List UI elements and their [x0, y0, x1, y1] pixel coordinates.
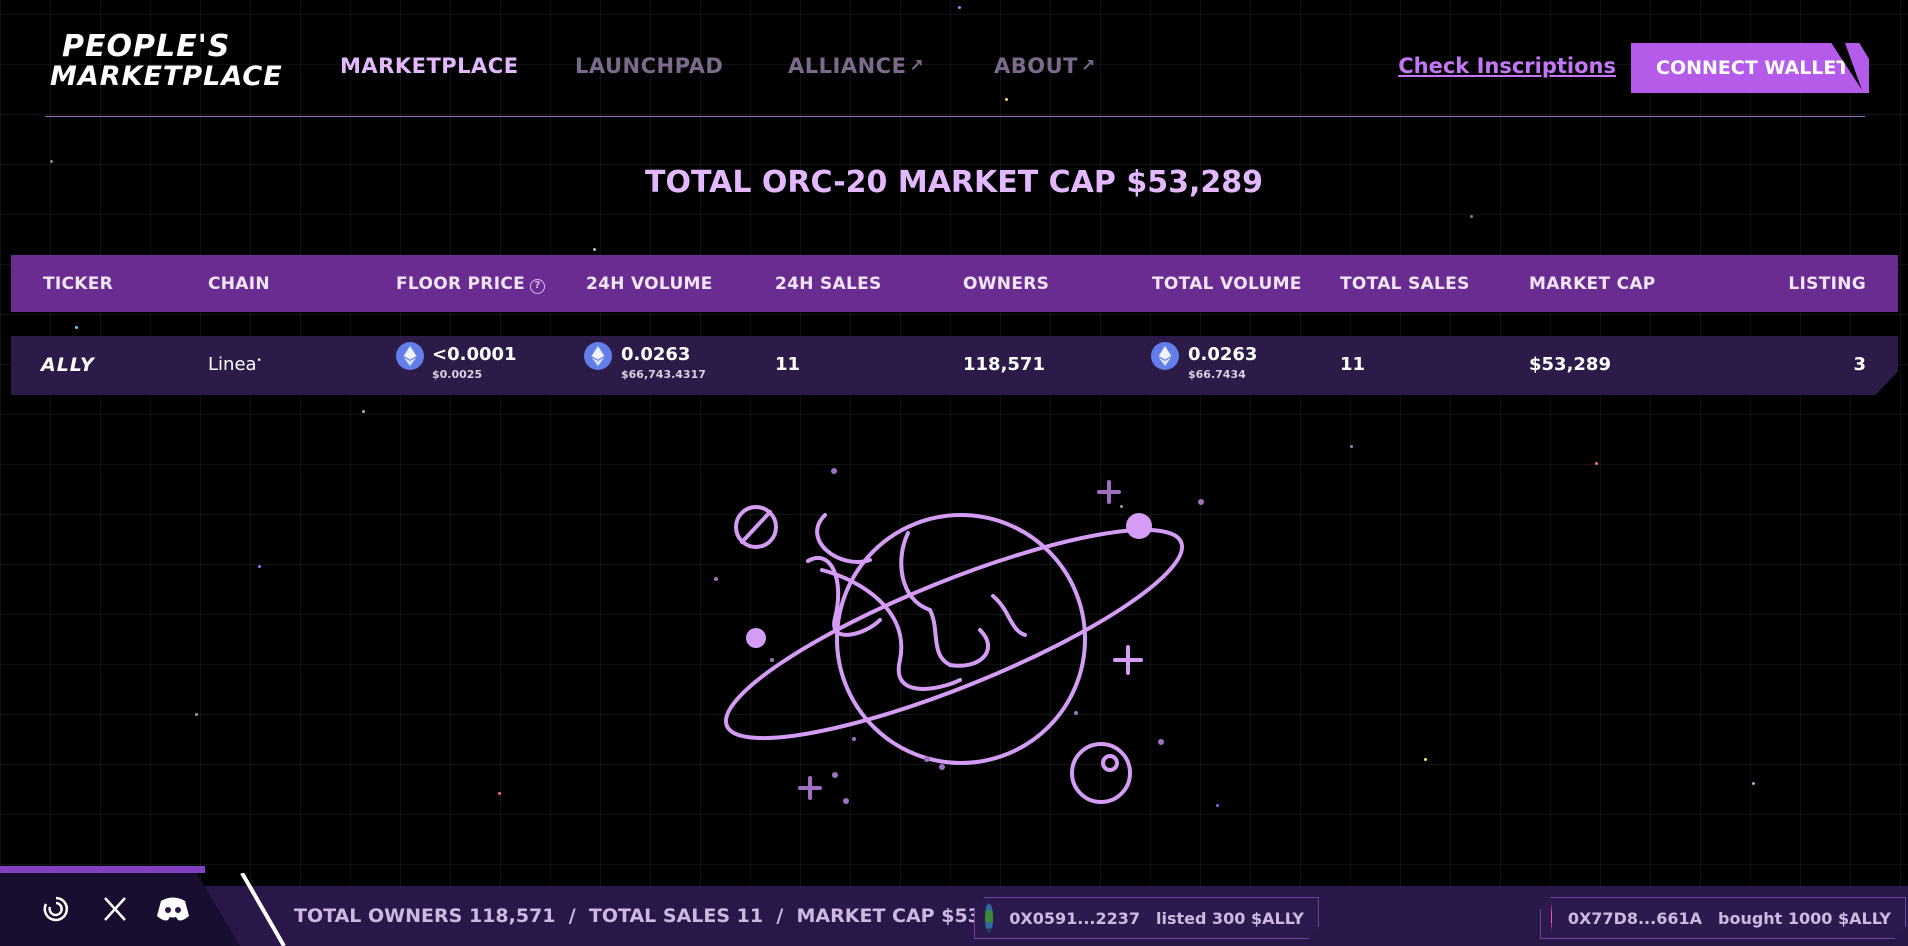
column-ticker[interactable]: TICKER — [43, 274, 113, 294]
star — [498, 792, 501, 795]
check-inscriptions-link[interactable]: Check Inscriptions — [1398, 54, 1616, 78]
column-market-cap[interactable]: MARKET CAP — [1529, 274, 1656, 294]
nav-launchpad-label: LAUNCHPAD — [575, 54, 724, 78]
avatar — [1551, 903, 1552, 933]
floor-price-usd: $0.0025 — [432, 368, 483, 381]
avatar — [985, 903, 994, 933]
star — [50, 160, 53, 163]
column-24h-volume[interactable]: 24H VOLUME — [586, 274, 713, 294]
nav-marketplace-label: MARKETPLACE — [340, 54, 519, 78]
column-floor-price[interactable]: FLOOR PRICE? — [396, 274, 546, 294]
star — [75, 326, 78, 329]
volume-24h-value: 0.0263 — [621, 344, 691, 365]
total-market-cap-title: TOTAL ORC-20 MARKET CAP $53,289 — [645, 165, 1263, 200]
star — [1350, 445, 1353, 448]
header-divider — [45, 116, 1865, 117]
floor-price-cell: <0.0001 $0.0025 — [432, 344, 517, 381]
connect-wallet-button[interactable]: CONNECT WALLET — [1631, 43, 1864, 93]
sales-24h-value: 11 — [775, 354, 801, 375]
column-listing[interactable]: LISTING — [1788, 274, 1866, 294]
star — [593, 248, 596, 251]
footer-tab-accent — [0, 866, 205, 873]
nav-about-label: ABOUT — [994, 54, 1078, 78]
star — [362, 410, 365, 413]
listing-value: 3 — [1853, 354, 1866, 375]
ticker-logo: ALLY — [41, 354, 95, 376]
nav-launchpad[interactable]: LAUNCHPAD — [575, 54, 723, 78]
volume-24h-cell: 0.0263 $66,743.4317 — [621, 344, 706, 381]
star — [1752, 782, 1755, 785]
table-header: TICKER CHAIN FLOOR PRICE? 24H VOLUME 24H… — [11, 255, 1898, 312]
ring-logo-icon[interactable] — [42, 895, 70, 927]
discord-icon[interactable] — [156, 895, 190, 927]
connect-wallet-label: CONNECT WALLET — [1656, 57, 1850, 79]
activity-address: 0X0591...2237 — [1009, 908, 1141, 928]
footer-slash-divider — [240, 873, 286, 946]
logo-line1: PEOPLE'S — [62, 29, 231, 64]
floor-price-value: <0.0001 — [432, 344, 517, 365]
volume-24h-usd: $66,743.4317 — [621, 368, 706, 381]
nav-marketplace[interactable]: MARKETPLACE — [340, 54, 519, 78]
star — [1005, 98, 1008, 101]
column-owners[interactable]: OWNERS — [963, 274, 1049, 294]
star — [1424, 758, 1427, 761]
logo-line2: MARKETPLACE — [50, 61, 283, 92]
eth-icon — [396, 342, 424, 370]
external-arrow-icon: ↗ — [909, 56, 925, 76]
site-logo[interactable]: PEOPLE'S MARKETPLACE — [50, 32, 310, 92]
column-total-volume[interactable]: TOTAL VOLUME — [1152, 274, 1302, 294]
market-cap-value: $53,289 — [1529, 354, 1611, 375]
help-icon[interactable]: ? — [530, 279, 546, 294]
eth-icon — [1151, 342, 1179, 370]
star — [195, 713, 198, 716]
activity-address: 0X77D8...661A — [1567, 908, 1702, 928]
star — [958, 6, 961, 9]
owners-value: 118,571 — [963, 354, 1045, 375]
planet-illustration — [714, 468, 1204, 804]
column-total-sales[interactable]: TOTAL SALES — [1340, 274, 1470, 294]
nav-alliance[interactable]: ALLIANCE ↗ — [788, 54, 924, 78]
total-volume-value: 0.0263 — [1188, 344, 1258, 365]
star — [1470, 215, 1473, 218]
nav-alliance-label: ALLIANCE — [788, 54, 907, 78]
chain-logo: Linea• — [208, 354, 262, 375]
star — [258, 565, 261, 568]
chain-name: Linea — [208, 354, 257, 375]
star — [1595, 462, 1598, 465]
column-24h-sales[interactable]: 24H SALES — [775, 274, 882, 294]
activity-item[interactable]: 0X77D8...661A bought 1000 $ALLY — [1540, 897, 1906, 939]
total-volume-cell: 0.0263 $66.7434 — [1188, 344, 1257, 381]
activity-action: listed 300 $ALLY — [1156, 908, 1304, 928]
activity-item[interactable]: 0X0591...2237 listed 300 $ALLY — [974, 897, 1319, 939]
table-row[interactable]: ALLY Linea• <0.0001 $0.0025 0.0263 $66,7… — [11, 336, 1898, 395]
activity-action: bought 1000 $ALLY — [1718, 908, 1891, 928]
total-sales-value: 11 — [1340, 354, 1366, 375]
total-volume-usd: $66.7434 — [1188, 368, 1246, 381]
footer-stats: TOTAL OWNERS 118,571 / TOTAL SALES 11 / … — [294, 905, 1028, 927]
x-twitter-icon[interactable] — [102, 895, 128, 927]
column-floor-price-label: FLOOR PRICE — [396, 274, 526, 294]
eth-icon — [584, 342, 612, 370]
column-chain[interactable]: CHAIN — [208, 274, 270, 294]
external-arrow-icon: ↗ — [1081, 56, 1096, 76]
nav-about[interactable]: ABOUT ↗ — [994, 54, 1096, 78]
